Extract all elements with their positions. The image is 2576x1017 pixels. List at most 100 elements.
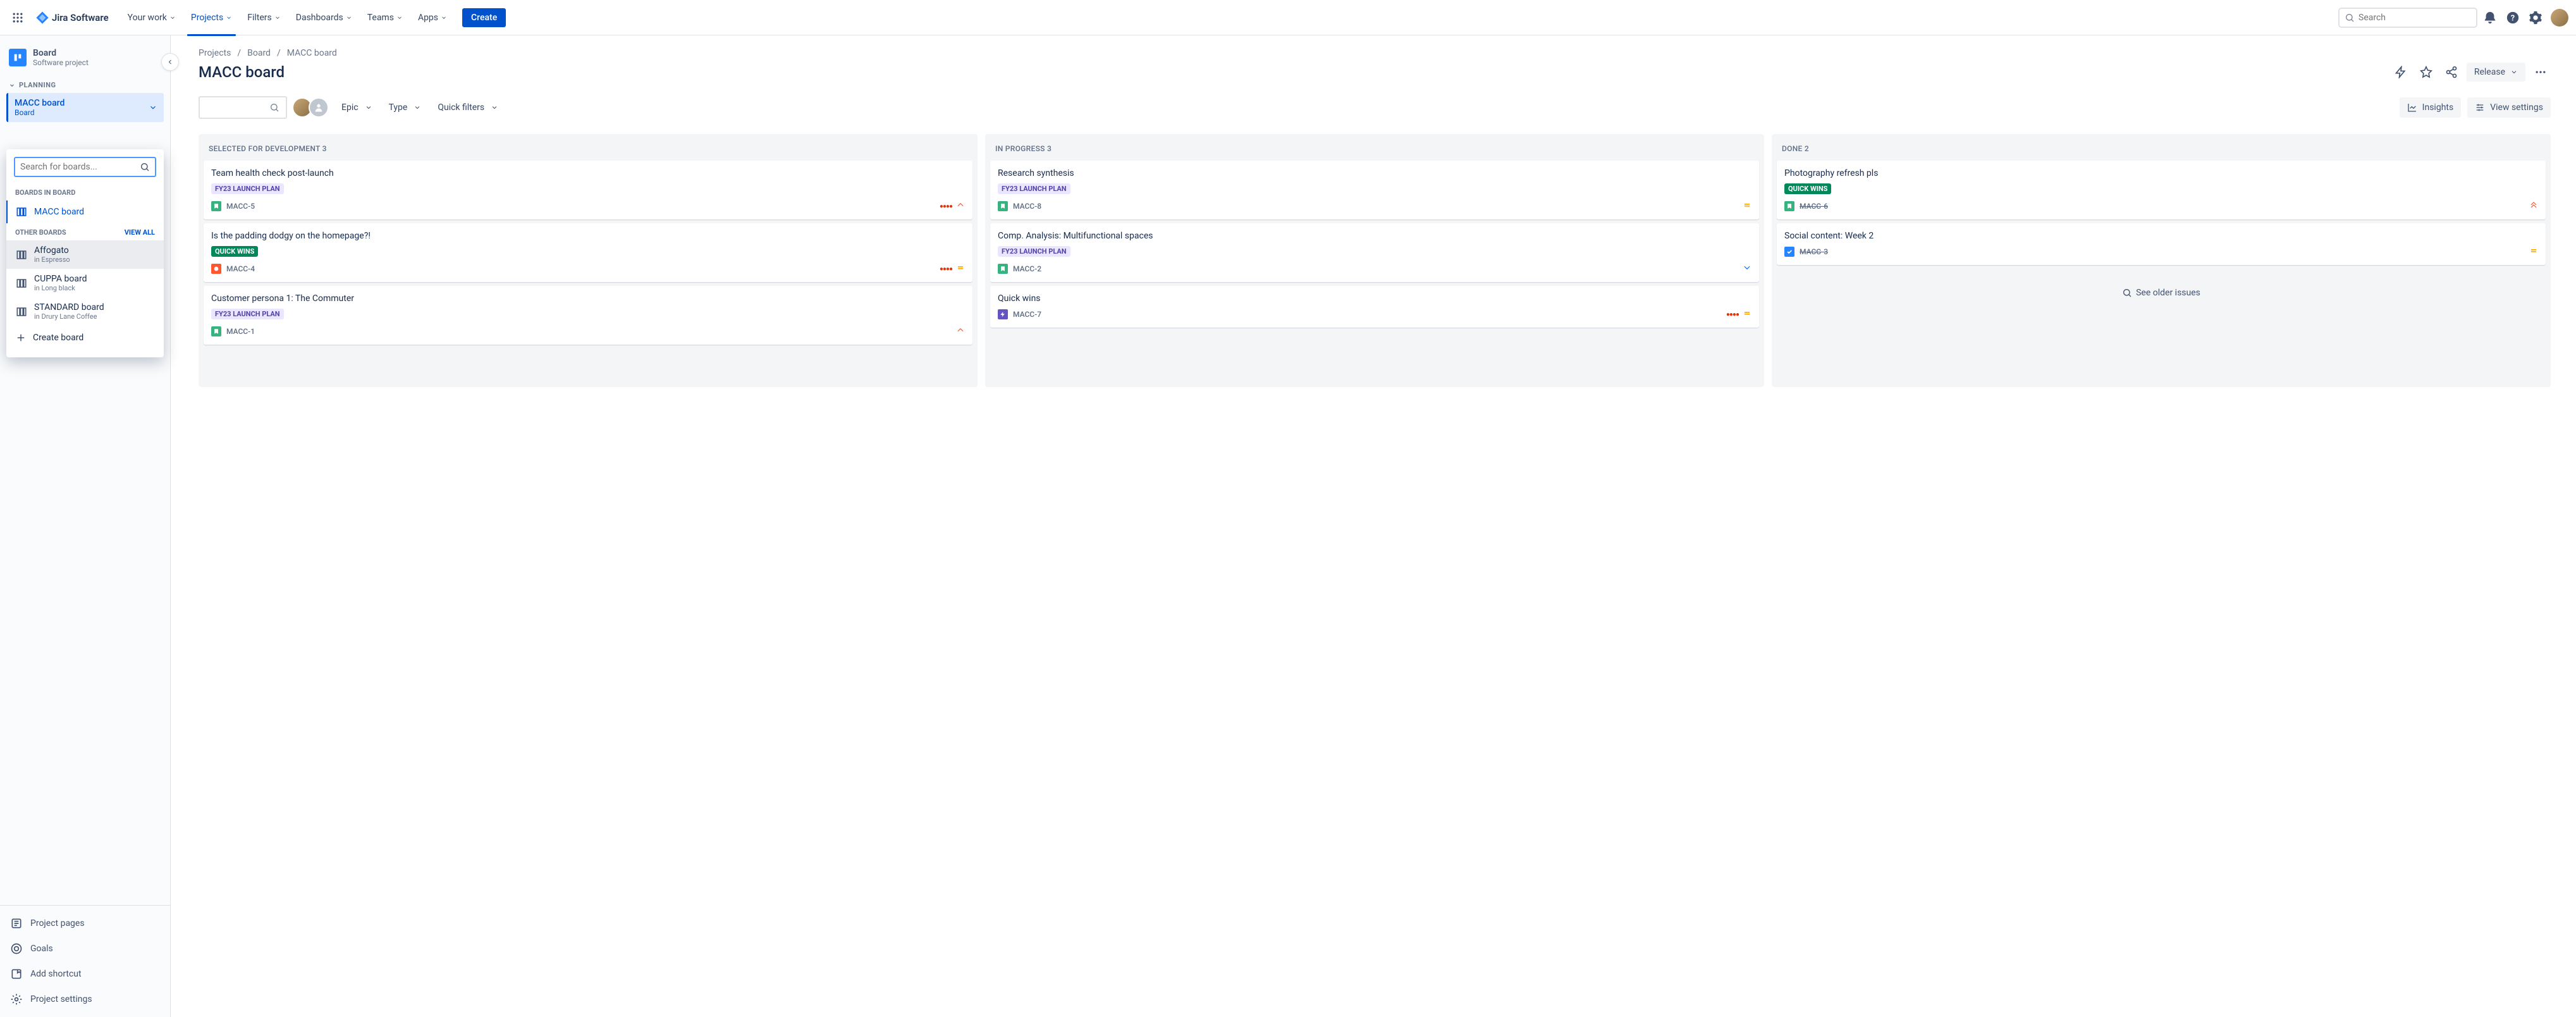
share-icon[interactable] — [2441, 62, 2462, 82]
issue-card[interactable]: Comp. Analysis: Multifunctional spaces F… — [990, 223, 1759, 282]
search-icon — [2122, 288, 2132, 298]
more-icon[interactable] — [2530, 62, 2551, 82]
card-title: Comp. Analysis: Multifunctional spaces — [998, 231, 1751, 241]
nav-item-apps[interactable]: Apps — [412, 8, 453, 28]
board-selector[interactable]: MACC board Board — [6, 93, 164, 122]
issue-card[interactable]: Photography refresh pls QUICK WINS MACC-… — [1777, 161, 2546, 219]
issue-card[interactable]: Quick wins MACC-7 ●●●● — [990, 286, 1759, 328]
nav-item-dashboards[interactable]: Dashboards — [290, 8, 359, 28]
help-icon[interactable]: ? — [2503, 8, 2523, 28]
nav-item-filters[interactable]: Filters — [241, 8, 287, 28]
collapse-sidebar-button[interactable] — [161, 53, 179, 71]
sprint-dots: ●●●● — [940, 266, 952, 273]
issue-key: MACC-4 — [226, 264, 255, 273]
view-all-link[interactable]: VIEW ALL — [125, 228, 155, 237]
global-search[interactable] — [2338, 8, 2477, 28]
column-header: SELECTED FOR DEVELOPMENT 3 — [204, 140, 972, 161]
type-filter[interactable]: Type — [385, 97, 426, 118]
profile-avatar[interactable] — [2551, 9, 2568, 27]
board-search-input[interactable] — [20, 162, 136, 172]
board-search[interactable] — [14, 157, 156, 177]
issue-card[interactable]: Customer persona 1: The Commuter FY23 LA… — [204, 286, 972, 345]
insights-button[interactable]: Insights — [2400, 97, 2462, 118]
nav-item-projects[interactable]: Projects — [185, 8, 238, 28]
board-icon — [15, 277, 28, 290]
notifications-icon[interactable] — [2480, 8, 2500, 28]
issue-card[interactable]: Team health check post-launch FY23 LAUNC… — [204, 161, 972, 219]
link-icon — [10, 968, 23, 980]
story-icon — [998, 201, 1008, 211]
create-board-button[interactable]: Create board — [6, 326, 164, 350]
see-older-issues[interactable]: See older issues — [1777, 269, 2546, 317]
svg-text:?: ? — [2511, 13, 2515, 23]
column-header: IN PROGRESS 3 — [990, 140, 1759, 161]
chevron-down-icon — [441, 15, 447, 21]
story-icon — [211, 326, 221, 336]
epic-tag[interactable]: QUICK WINS — [211, 246, 258, 257]
dd-section-boards-in: BOARDS IN BOARD — [15, 188, 75, 197]
nav-item-your-work[interactable]: Your work — [121, 8, 182, 28]
assignee-filter[interactable] — [296, 97, 329, 118]
board-icon — [15, 206, 28, 218]
chevron-down-icon — [149, 103, 157, 112]
crumb-projects[interactable]: Projects — [199, 48, 231, 58]
settings-icon[interactable] — [2525, 8, 2546, 28]
global-search-input[interactable] — [2358, 13, 2471, 23]
sidebar-link-project-pages[interactable]: Project pages — [0, 911, 170, 936]
release-button[interactable]: Release — [2467, 63, 2525, 82]
chevron-down-icon — [414, 104, 421, 111]
epic-tag[interactable]: FY23 LAUNCH PLAN — [211, 183, 284, 194]
dd-board-item[interactable]: STANDARD boardin Drury Lane Coffee — [6, 297, 164, 326]
link-icon — [10, 917, 23, 930]
epic-icon — [998, 309, 1008, 319]
quick-filters[interactable]: Quick filters — [434, 97, 502, 118]
card-title: Photography refresh pls — [1784, 168, 2538, 178]
dd-board-item[interactable]: MACC board — [6, 200, 164, 223]
create-button[interactable]: Create — [462, 8, 506, 27]
sidebar-link-goals[interactable]: Goals — [0, 936, 170, 961]
crumb-current[interactable]: MACC board — [287, 48, 337, 58]
dd-board-item[interactable]: CUPPA boardin Long black — [6, 269, 164, 297]
project-icon — [9, 49, 27, 66]
view-settings-button[interactable]: View settings — [2467, 97, 2551, 118]
dd-board-item[interactable]: Affogatoin Espresso — [6, 240, 164, 269]
unassigned-avatar[interactable] — [309, 97, 329, 118]
epic-tag[interactable]: FY23 LAUNCH PLAN — [998, 183, 1070, 194]
issue-key: MACC-2 — [1013, 264, 1041, 273]
logo-text: Jira Software — [52, 12, 109, 23]
sidebar-link-project-settings[interactable]: Project settings — [0, 987, 170, 1012]
priority-medium-icon — [2529, 246, 2538, 257]
epic-tag[interactable]: FY23 LAUNCH PLAN — [211, 309, 284, 319]
star-icon[interactable] — [2416, 62, 2436, 82]
board-search-input[interactable] — [199, 96, 287, 119]
automation-icon[interactable] — [2391, 62, 2411, 82]
epic-tag[interactable]: QUICK WINS — [1784, 183, 1831, 194]
bug-icon — [211, 264, 221, 274]
card-title: Team health check post-launch — [211, 168, 965, 178]
issue-key: MACC-1 — [226, 327, 255, 336]
breadcrumb: Projects/ Board/ MACC board — [199, 48, 2551, 58]
priority-low-icon — [1743, 263, 1751, 274]
epic-tag[interactable]: FY23 LAUNCH PLAN — [998, 246, 1070, 257]
planning-section-label[interactable]: PLANNING — [0, 76, 170, 92]
card-title: Quick wins — [998, 293, 1751, 304]
jira-logo[interactable]: Jira Software — [30, 11, 114, 25]
app-switcher-icon[interactable] — [8, 8, 28, 28]
epic-filter[interactable]: Epic — [338, 97, 376, 118]
story-icon — [211, 201, 221, 211]
chevron-down-icon — [365, 104, 372, 111]
issue-key: MACC-6 — [1800, 202, 1828, 211]
chevron-down-icon — [346, 15, 352, 21]
nav-item-teams[interactable]: Teams — [361, 8, 409, 28]
sidebar-link-add-shortcut[interactable]: Add shortcut — [0, 961, 170, 987]
issue-card[interactable]: Research synthesis FY23 LAUNCH PLAN MACC… — [990, 161, 1759, 219]
search-icon — [140, 162, 150, 172]
issue-card[interactable]: Is the padding dodgy on the homepage?! Q… — [204, 223, 972, 282]
board-column: IN PROGRESS 3 Research synthesis FY23 LA… — [985, 134, 1764, 387]
crumb-board[interactable]: Board — [247, 48, 271, 58]
issue-card[interactable]: Social content: Week 2 MACC-3 — [1777, 223, 2546, 265]
link-icon — [10, 942, 23, 955]
priority-medium-icon — [1743, 309, 1751, 320]
task-icon — [1784, 247, 1794, 257]
search-icon — [2345, 13, 2355, 23]
